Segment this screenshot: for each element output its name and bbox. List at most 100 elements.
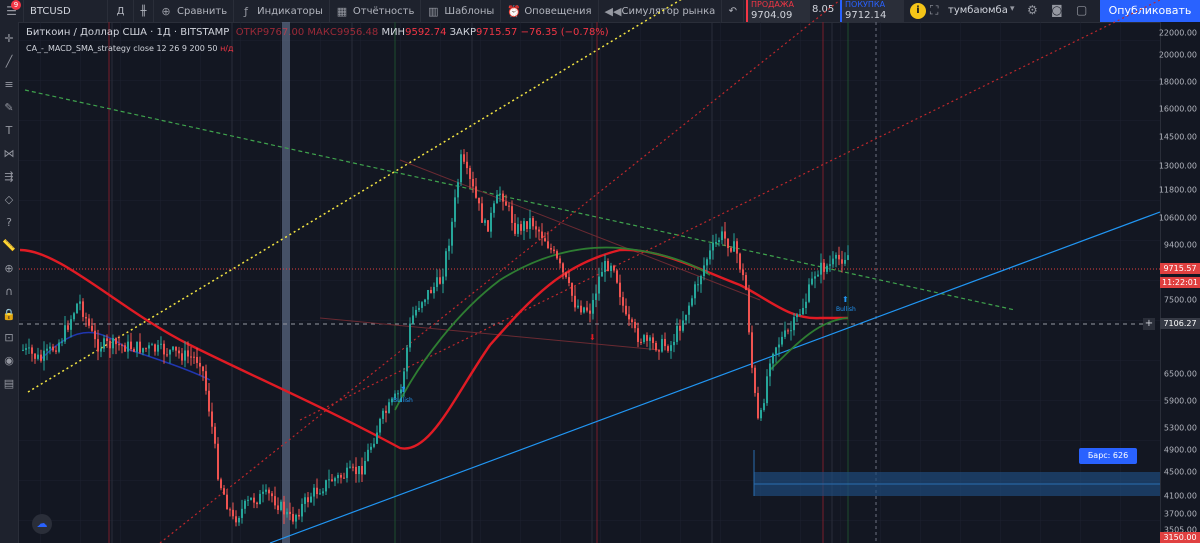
candle-body <box>304 497 306 504</box>
add-alert-icon[interactable]: + <box>1143 318 1155 330</box>
candle-body <box>346 467 348 478</box>
candle-body <box>223 488 225 495</box>
candle-body <box>286 511 288 515</box>
price-tick: 3700.00 <box>1163 509 1197 519</box>
candle-body <box>181 353 183 361</box>
candle-body <box>238 517 240 523</box>
candle-body <box>517 224 519 234</box>
candle-body <box>364 460 366 475</box>
candle-body <box>151 344 153 346</box>
candle-body <box>334 478 336 482</box>
candle-body <box>418 307 420 310</box>
candle-body <box>655 342 657 351</box>
candle-body <box>493 203 495 213</box>
bullish-signal-label: Bullish <box>393 397 413 404</box>
candle-body <box>547 241 549 249</box>
candle-body <box>538 229 540 232</box>
candle-body <box>508 205 510 207</box>
candle-body <box>274 496 276 506</box>
candle-body <box>664 338 666 347</box>
candle-body <box>781 336 783 345</box>
candle-body <box>802 308 804 315</box>
candle-body <box>535 226 537 230</box>
candle-body <box>118 344 120 346</box>
candle-body <box>439 277 441 284</box>
bullish-signal-arrow-2: ⬆ <box>842 295 849 304</box>
indicator-value: н/д <box>220 44 234 53</box>
candle-body <box>586 307 588 311</box>
candle-body <box>109 341 111 349</box>
candle-body <box>610 265 612 271</box>
candle-body <box>283 501 285 515</box>
candle-body <box>178 350 180 354</box>
candle-body <box>676 325 678 342</box>
candle-body <box>745 275 747 290</box>
candle-body <box>58 342 60 352</box>
candle-body <box>445 251 447 277</box>
candle-body <box>412 315 414 324</box>
candle-body <box>733 241 735 252</box>
candle-body <box>40 354 42 361</box>
candle-body <box>67 325 69 330</box>
candle-body <box>784 330 786 337</box>
candle-body <box>490 212 492 232</box>
candle-body <box>571 282 573 296</box>
candle-body <box>229 509 231 511</box>
candle-body <box>397 393 399 395</box>
candle-body <box>226 494 228 510</box>
candle-body <box>529 218 531 229</box>
candle-body <box>28 347 30 349</box>
candle-body <box>367 449 369 461</box>
price-chart[interactable]: ⬆ Bullish ⬆ Bullish ⬇ <box>0 0 1160 543</box>
candle-body <box>640 341 642 343</box>
candle-body <box>160 343 162 345</box>
candle-body <box>520 224 522 231</box>
tradingview-logo-icon[interactable]: ☁ <box>32 514 52 534</box>
price-tick: 4100.00 <box>1163 491 1197 501</box>
candle-body <box>568 277 570 283</box>
bullish-signal-label-2: Bullish <box>836 306 856 313</box>
ohlc-values: ОТКР9767.00 МАКС9956.48 МИН9592.74 ЗАКР9… <box>235 27 609 38</box>
candle-body <box>427 289 429 300</box>
candle-body <box>355 466 357 475</box>
candle-body <box>748 289 750 333</box>
candle-body <box>121 344 123 346</box>
candle-body <box>763 403 765 411</box>
candle-body <box>385 410 387 413</box>
candle-body <box>307 497 309 503</box>
candle-body <box>718 240 720 242</box>
candle-body <box>598 276 600 294</box>
candle-body <box>193 356 195 358</box>
candle-body <box>580 305 582 313</box>
candle-body <box>316 487 318 495</box>
candle-body <box>505 201 507 206</box>
candle-body <box>49 346 51 349</box>
crosshair-price-tag: 7106.27 <box>1160 318 1200 329</box>
candle-body <box>136 341 138 352</box>
candle-body <box>169 349 171 355</box>
candle-body <box>361 466 363 475</box>
candle-body <box>706 259 708 266</box>
candle-body <box>85 316 87 319</box>
candle-body <box>628 314 630 320</box>
candle-body <box>661 338 663 352</box>
candle-body <box>421 302 423 308</box>
candle-body <box>673 341 675 346</box>
candle-body <box>313 487 315 497</box>
candle-body <box>814 276 816 279</box>
candle-body <box>550 248 552 250</box>
candle-body <box>769 363 771 377</box>
candle-body <box>793 317 795 331</box>
indicator-legend: CA_-_MACD_SMA_strategy close 12 26 9 200… <box>26 44 234 53</box>
candle-body <box>343 477 345 479</box>
candle-body <box>658 350 660 352</box>
candle-body <box>751 332 753 368</box>
candle-body <box>280 501 282 510</box>
candle-body <box>730 248 732 252</box>
candle-body <box>457 182 459 198</box>
candle-body <box>388 402 390 413</box>
indicator-name[interactable]: CA_-_MACD_SMA_strategy <box>26 44 131 53</box>
candle-body <box>460 154 462 183</box>
last-price-tag: 9715.57 <box>1160 263 1200 274</box>
candle-body <box>475 186 477 198</box>
